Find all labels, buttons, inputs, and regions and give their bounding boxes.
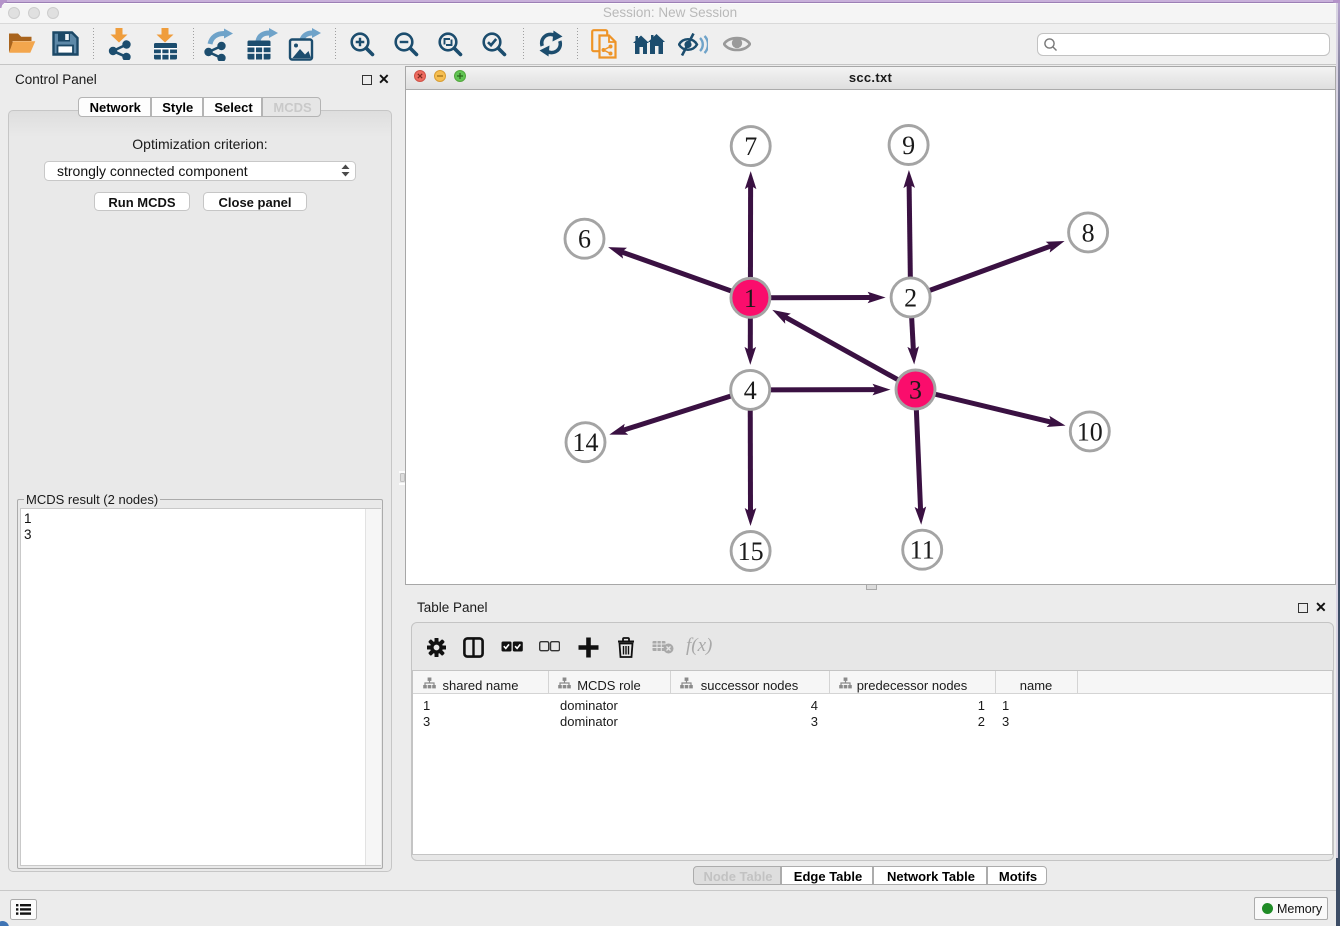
svg-text:1: 1 xyxy=(744,284,757,313)
svg-text:4: 4 xyxy=(744,376,757,405)
svg-text:7: 7 xyxy=(744,132,757,161)
svg-text:8: 8 xyxy=(1082,218,1095,247)
svg-text:2: 2 xyxy=(904,283,917,312)
svg-text:3: 3 xyxy=(909,376,922,405)
svg-text:14: 14 xyxy=(573,428,599,457)
svg-text:11: 11 xyxy=(910,536,935,565)
svg-text:6: 6 xyxy=(578,225,591,254)
svg-text:10: 10 xyxy=(1077,417,1103,446)
svg-text:15: 15 xyxy=(738,537,764,566)
svg-text:9: 9 xyxy=(902,131,915,160)
